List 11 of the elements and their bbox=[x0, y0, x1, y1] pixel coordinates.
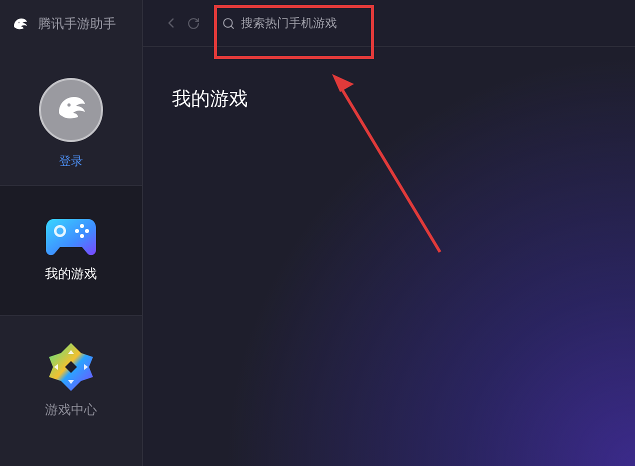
gamepad-icon bbox=[44, 216, 98, 257]
search-input[interactable]: 搜索热门手机游戏 bbox=[241, 14, 361, 32]
refresh-icon[interactable] bbox=[187, 16, 200, 30]
app-name: 腾讯手游助手 bbox=[38, 16, 116, 34]
nav-label: 我的游戏 bbox=[45, 266, 97, 284]
nav-label: 游戏中心 bbox=[45, 402, 97, 420]
search-icon bbox=[222, 16, 235, 30]
nav-item[interactable]: 我的游戏 bbox=[0, 186, 142, 316]
search-field[interactable]: 搜索热门手机游戏 bbox=[222, 9, 372, 37]
page-title: 我的游戏 bbox=[172, 87, 249, 112]
login-link[interactable]: 登录 bbox=[59, 152, 83, 170]
